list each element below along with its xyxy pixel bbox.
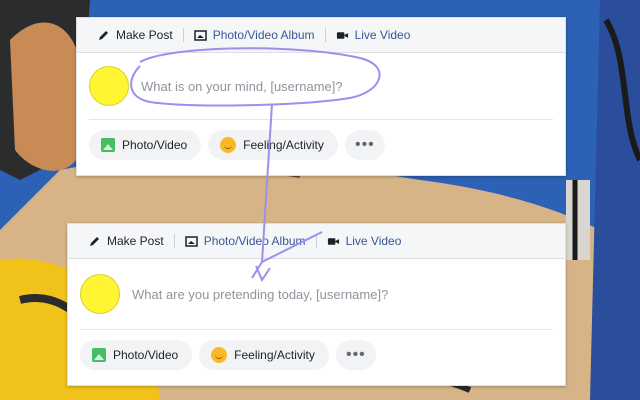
video-camera-icon xyxy=(327,235,340,248)
tab-photo-video-album[interactable]: Photo/Video Album xyxy=(177,230,314,252)
smiley-icon xyxy=(211,347,228,363)
pencil-icon xyxy=(97,29,110,42)
tab-live-video[interactable]: Live Video xyxy=(328,24,419,46)
tab-divider xyxy=(182,28,184,42)
button-label: Feeling/Activity xyxy=(234,348,315,362)
compose-row xyxy=(89,53,553,120)
more-button[interactable]: ••• xyxy=(335,340,376,370)
video-camera-icon xyxy=(336,29,349,42)
more-icon: ••• xyxy=(354,136,375,153)
compose-row xyxy=(80,259,553,330)
photo-video-button[interactable]: Photo/Video xyxy=(89,130,202,160)
button-label: Photo/Video xyxy=(122,138,188,152)
composer-actions: Photo/Video Feeling/Activity ••• xyxy=(77,120,565,170)
tab-divider xyxy=(324,28,326,42)
album-icon xyxy=(193,29,207,42)
tab-make-post[interactable]: Make Post xyxy=(89,24,181,46)
composer-card-original: Make Post Photo/Video Album Live Video P… xyxy=(76,17,566,176)
photo-icon xyxy=(92,348,106,362)
post-input[interactable] xyxy=(132,286,472,302)
tab-label: Make Post xyxy=(107,234,164,248)
photo-icon xyxy=(101,138,115,152)
more-icon: ••• xyxy=(345,346,366,363)
tab-divider xyxy=(173,234,175,248)
smiley-icon xyxy=(220,137,237,153)
button-label: Feeling/Activity xyxy=(243,138,324,152)
tab-live-video[interactable]: Live Video xyxy=(319,230,410,252)
tab-label: Photo/Video Album xyxy=(212,28,315,42)
tab-label: Make Post xyxy=(116,28,173,42)
feeling-activity-button[interactable]: Feeling/Activity xyxy=(199,340,329,370)
composer-card-modified: Make Post Photo/Video Album Live Video P… xyxy=(67,223,566,386)
more-button[interactable]: ••• xyxy=(344,130,385,160)
composer-tabs: Make Post Photo/Video Album Live Video xyxy=(68,224,565,259)
post-input[interactable] xyxy=(141,78,481,94)
tab-label: Live Video xyxy=(354,28,411,42)
tab-divider xyxy=(315,234,317,248)
avatar xyxy=(80,274,120,314)
button-label: Photo/Video xyxy=(113,348,179,362)
feeling-activity-button[interactable]: Feeling/Activity xyxy=(208,130,338,160)
tab-make-post[interactable]: Make Post xyxy=(80,230,172,252)
pencil-icon xyxy=(88,235,101,248)
composer-tabs: Make Post Photo/Video Album Live Video xyxy=(77,18,565,53)
photo-video-button[interactable]: Photo/Video xyxy=(80,340,193,370)
composer-actions: Photo/Video Feeling/Activity ••• xyxy=(68,330,565,380)
tab-label: Photo/Video Album xyxy=(203,234,306,248)
album-icon xyxy=(184,235,198,248)
tab-photo-video-album[interactable]: Photo/Video Album xyxy=(186,24,323,46)
tab-label: Live Video xyxy=(345,234,402,248)
avatar xyxy=(89,66,129,106)
